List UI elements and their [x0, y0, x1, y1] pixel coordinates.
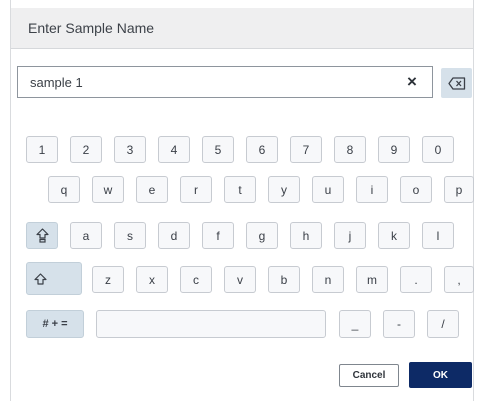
key-comma[interactable]: , — [444, 266, 474, 293]
clear-input-icon[interactable]: × — [402, 71, 422, 93]
key-i[interactable]: i — [356, 176, 388, 203]
key-5[interactable]: 5 — [202, 136, 234, 163]
dialog-title-bar: Enter Sample Name — [11, 8, 473, 49]
key-x[interactable]: x — [136, 266, 168, 293]
key-0[interactable]: 0 — [422, 136, 454, 163]
key-g[interactable]: g — [246, 222, 278, 249]
key-m[interactable]: m — [356, 266, 388, 293]
key-a[interactable]: a — [70, 222, 102, 249]
key-1[interactable]: 1 — [26, 136, 58, 163]
shift-key[interactable] — [26, 262, 82, 295]
key-n[interactable]: n — [312, 266, 344, 293]
key-9[interactable]: 9 — [378, 136, 410, 163]
key-y[interactable]: y — [268, 176, 300, 203]
key-v[interactable]: v — [224, 266, 256, 293]
key-j[interactable]: j — [334, 222, 366, 249]
key-p[interactable]: p — [444, 176, 474, 203]
caps-lock-key[interactable] — [26, 222, 58, 249]
key-w[interactable]: w — [92, 176, 124, 203]
key-period[interactable]: . — [400, 266, 432, 293]
shift-icon — [34, 273, 47, 285]
key-2[interactable]: 2 — [70, 136, 102, 163]
key-r[interactable]: r — [180, 176, 212, 203]
key-u[interactable]: u — [312, 176, 344, 203]
key-f[interactable]: f — [202, 222, 234, 249]
dialog-title: Enter Sample Name — [28, 20, 155, 36]
space-key[interactable] — [96, 310, 326, 338]
key-8[interactable]: 8 — [334, 136, 366, 163]
key-b[interactable]: b — [268, 266, 300, 293]
key-slash[interactable]: / — [427, 310, 459, 338]
key-d[interactable]: d — [158, 222, 190, 249]
sample-name-input[interactable]: sample 1 × — [17, 66, 433, 98]
caps-lock-icon — [35, 228, 49, 243]
sample-name-input-value: sample 1 — [30, 75, 83, 90]
key-h[interactable]: h — [290, 222, 322, 249]
symbols-key[interactable]: # + = — [26, 310, 84, 338]
key-k[interactable]: k — [378, 222, 410, 249]
backspace-button[interactable] — [441, 68, 472, 98]
key-4[interactable]: 4 — [158, 136, 190, 163]
key-s[interactable]: s — [114, 222, 146, 249]
key-c[interactable]: c — [180, 266, 212, 293]
key-o[interactable]: o — [400, 176, 432, 203]
ok-button[interactable]: OK — [409, 362, 472, 388]
key-z[interactable]: z — [92, 266, 124, 293]
key-q[interactable]: q — [48, 176, 80, 203]
cancel-button[interactable]: Cancel — [339, 364, 399, 387]
key-3[interactable]: 3 — [114, 136, 146, 163]
key-6[interactable]: 6 — [246, 136, 278, 163]
key-e[interactable]: e — [136, 176, 168, 203]
key-t[interactable]: t — [224, 176, 256, 203]
key-underscore[interactable]: _ — [339, 310, 371, 338]
key-7[interactable]: 7 — [290, 136, 322, 163]
backspace-icon — [447, 76, 465, 90]
key-dash[interactable]: - — [383, 310, 415, 338]
key-l[interactable]: l — [422, 222, 454, 249]
